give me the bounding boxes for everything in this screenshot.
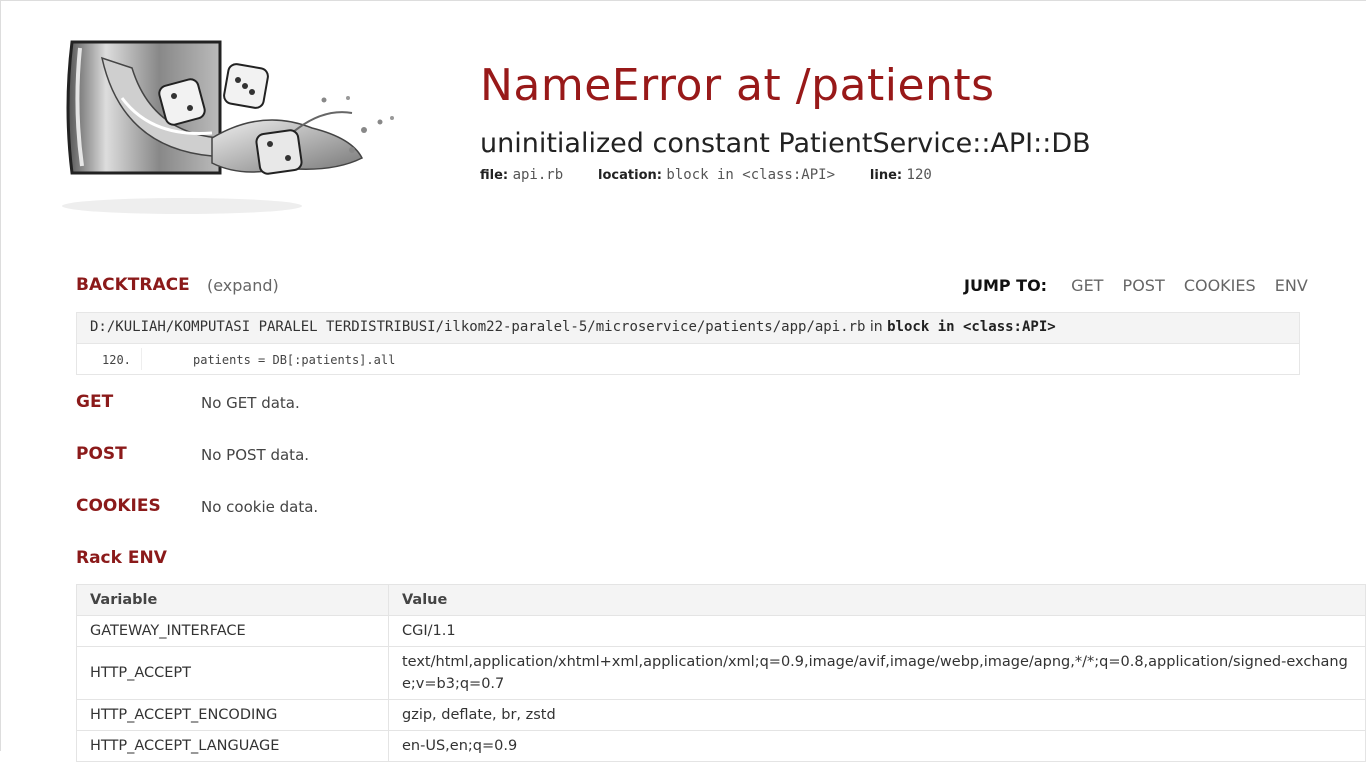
get-title: GET (76, 392, 114, 412)
env-value: text/html,application/xhtml+xml,applicat… (388, 646, 1366, 700)
table-row: HTTP_ACCEPT_LANGUAGE en-US,en;q=0.9 (76, 730, 1366, 762)
table-row: GATEWAY_INTERFACE CGI/1.1 (76, 615, 1366, 647)
jump-to-nav: JUMP TO: GET POST COOKIES ENV (964, 276, 1311, 295)
rack-env-table: Variable Value GATEWAY_INTERFACE CGI/1.1… (76, 584, 1366, 762)
location-label: location: (598, 168, 662, 183)
error-title: NameError at /patients (480, 60, 995, 111)
file-value: api.rb (512, 167, 564, 183)
frame-in: in (869, 319, 883, 335)
line-value: 120 (906, 167, 932, 183)
page-left-border (0, 0, 1, 751)
backtrace-frame[interactable]: D:/KULIAH/KOMPUTASI PARALEL TERDISTRIBUS… (76, 312, 1300, 375)
rack-env-title: Rack ENV (76, 548, 167, 568)
post-title: POST (76, 444, 127, 464)
env-value: gzip, deflate, br, zstd (388, 699, 1366, 731)
post-empty: No POST data. (201, 446, 310, 464)
location-value: block in <class:API> (666, 167, 835, 183)
env-variable: HTTP_ACCEPT (76, 646, 389, 700)
code-divider (141, 348, 142, 370)
frame-function: block in <class:API> (887, 319, 1056, 335)
column-header-value: Value (388, 584, 1366, 616)
backtrace-title: BACKTRACE (76, 275, 190, 295)
code-line-number: 120. (102, 353, 131, 367)
error-message: uninitialized constant PatientService::A… (480, 128, 1091, 159)
frame-header[interactable]: D:/KULIAH/KOMPUTASI PARALEL TERDISTRIBUS… (77, 313, 1299, 344)
error-meta: file: api.rb location: block in <class:A… (480, 167, 932, 183)
dice-splash-logo (62, 40, 394, 214)
jump-to-label: JUMP TO: (964, 276, 1048, 295)
env-value: en-US,en;q=0.9 (388, 730, 1366, 762)
table-row: HTTP_ACCEPT_ENCODING gzip, deflate, br, … (76, 699, 1366, 731)
line-label: line: (869, 168, 903, 183)
cookies-title: COOKIES (76, 496, 161, 516)
jump-link-env[interactable]: ENV (1275, 276, 1308, 295)
env-variable: HTTP_ACCEPT_ENCODING (76, 699, 389, 731)
env-value: CGI/1.1 (388, 615, 1366, 647)
get-empty: No GET data. (201, 394, 300, 412)
env-variable: HTTP_ACCEPT_LANGUAGE (76, 730, 389, 762)
jump-link-cookies[interactable]: COOKIES (1184, 276, 1256, 295)
env-variable: GATEWAY_INTERFACE (76, 615, 389, 647)
table-header-row: Variable Value (76, 584, 1366, 616)
frame-path: D:/KULIAH/KOMPUTASI PARALEL TERDISTRIBUS… (90, 319, 866, 335)
code-text: patients = DB[:patients].all (193, 353, 396, 367)
expand-link[interactable]: (expand) (207, 276, 279, 295)
cookies-empty: No cookie data. (201, 498, 319, 516)
jump-link-post[interactable]: POST (1123, 276, 1165, 295)
jump-link-get[interactable]: GET (1071, 276, 1103, 295)
frame-code-line: 120. patients = DB[:patients].all (77, 344, 1299, 375)
file-label: file: (480, 168, 509, 183)
table-row: HTTP_ACCEPT text/html,application/xhtml+… (76, 646, 1366, 700)
column-header-variable: Variable (76, 584, 389, 616)
page-top-border (0, 0, 1366, 1)
